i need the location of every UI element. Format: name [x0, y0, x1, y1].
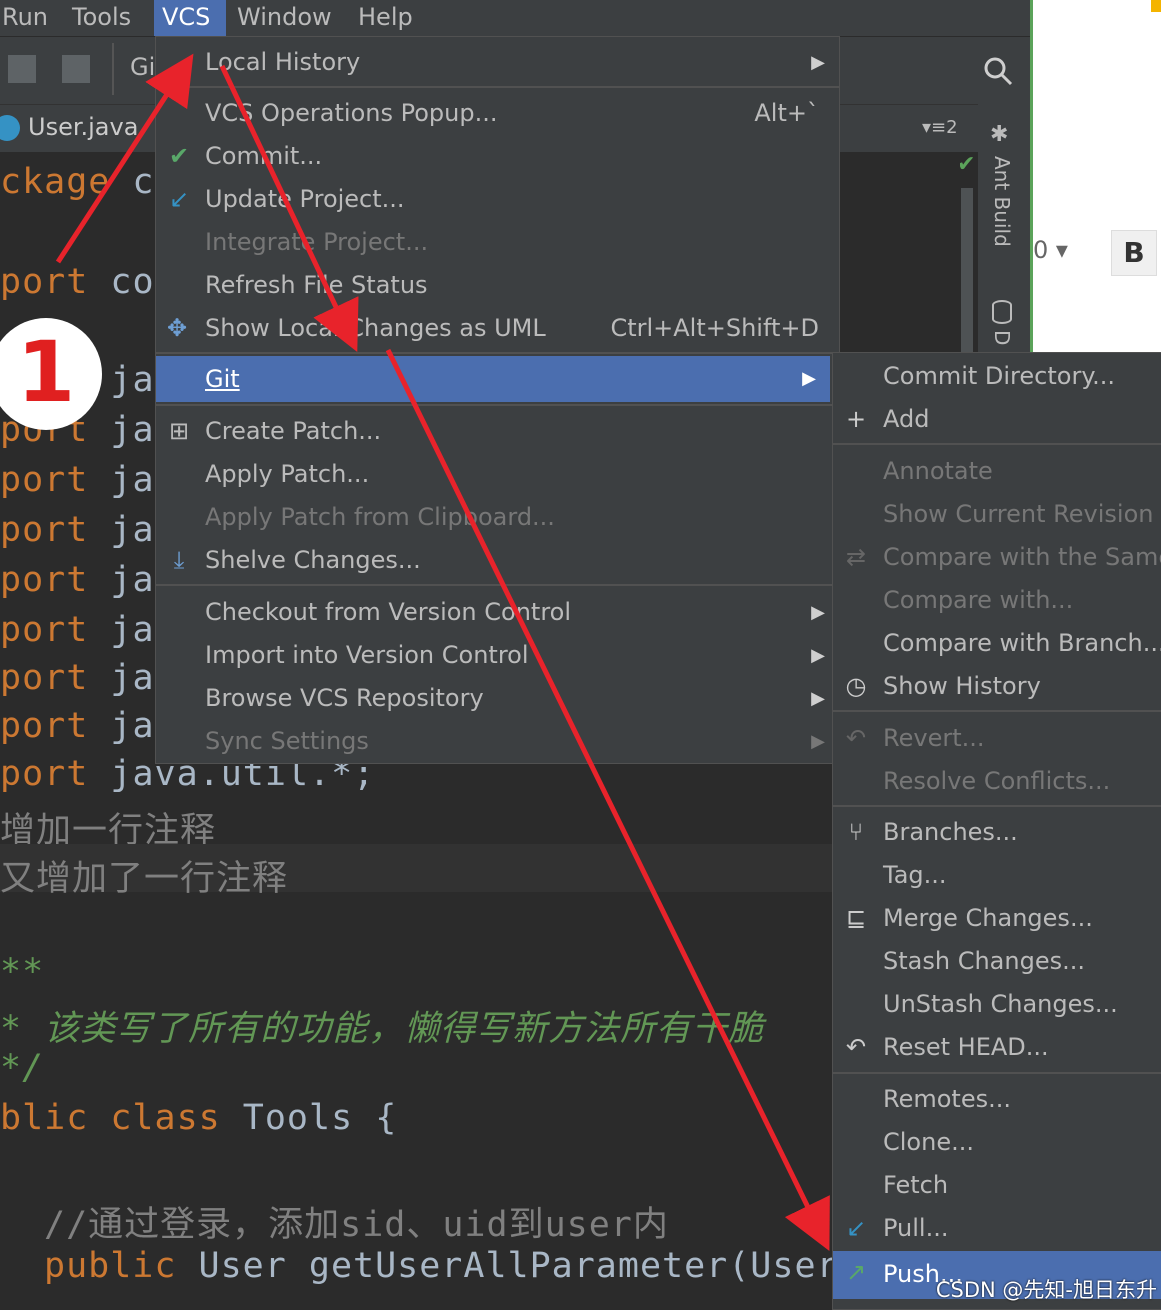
arrow-to-git-item [219, 64, 359, 353]
arrow-to-vcs-menu [55, 53, 194, 264]
watermark: CSDN @先知-旭日东升 [935, 1278, 1157, 1302]
arrow-to-push-item [385, 348, 830, 1251]
annotation-arrows [55, 53, 830, 1251]
